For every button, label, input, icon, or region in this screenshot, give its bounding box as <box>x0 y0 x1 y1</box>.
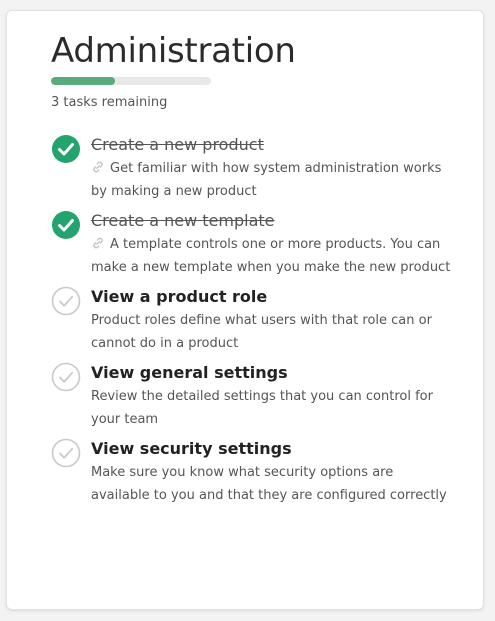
task-view-security-settings[interactable]: View security settings Make sure you kno… <box>51 437 451 507</box>
task-description: Product roles define what users with tha… <box>91 313 432 351</box>
task-create-template[interactable]: Create a new template A template control… <box>51 209 451 279</box>
task-description: A template controls one or more products… <box>91 237 451 275</box>
admin-checklist-card: Administration 3 tasks remaining Create … <box>6 10 484 610</box>
check-circle-outline-icon <box>51 286 81 316</box>
progress-bar <box>51 77 211 85</box>
check-circle-outline-icon <box>51 362 81 392</box>
task-title[interactable]: Create a new product <box>91 133 451 157</box>
check-circle-filled-icon <box>52 211 80 239</box>
check-circle-outline-icon <box>51 438 81 468</box>
task-title[interactable]: View security settings <box>91 437 451 461</box>
progress-bar-fill <box>51 77 115 85</box>
task-view-general-settings[interactable]: View general settings Review the detaile… <box>51 361 451 431</box>
tasks-remaining-text: 3 tasks remaining <box>51 95 168 110</box>
link-icon <box>93 237 103 249</box>
task-title[interactable]: Create a new template <box>91 209 451 233</box>
task-description: Get familiar with how system administrat… <box>91 161 442 199</box>
check-circle-filled-icon <box>52 135 80 163</box>
link-icon <box>93 161 103 173</box>
task-title[interactable]: View general settings <box>91 361 451 385</box>
page-title: Administration <box>51 31 296 71</box>
task-title[interactable]: View a product role <box>91 285 451 309</box>
task-description: Review the detailed settings that you ca… <box>91 389 433 427</box>
task-create-product[interactable]: Create a new product Get familiar with h… <box>51 133 451 203</box>
task-list: Create a new product Get familiar with h… <box>51 133 451 507</box>
task-view-product-role[interactable]: View a product role Product roles define… <box>51 285 451 355</box>
task-description: Make sure you know what security options… <box>91 465 447 503</box>
